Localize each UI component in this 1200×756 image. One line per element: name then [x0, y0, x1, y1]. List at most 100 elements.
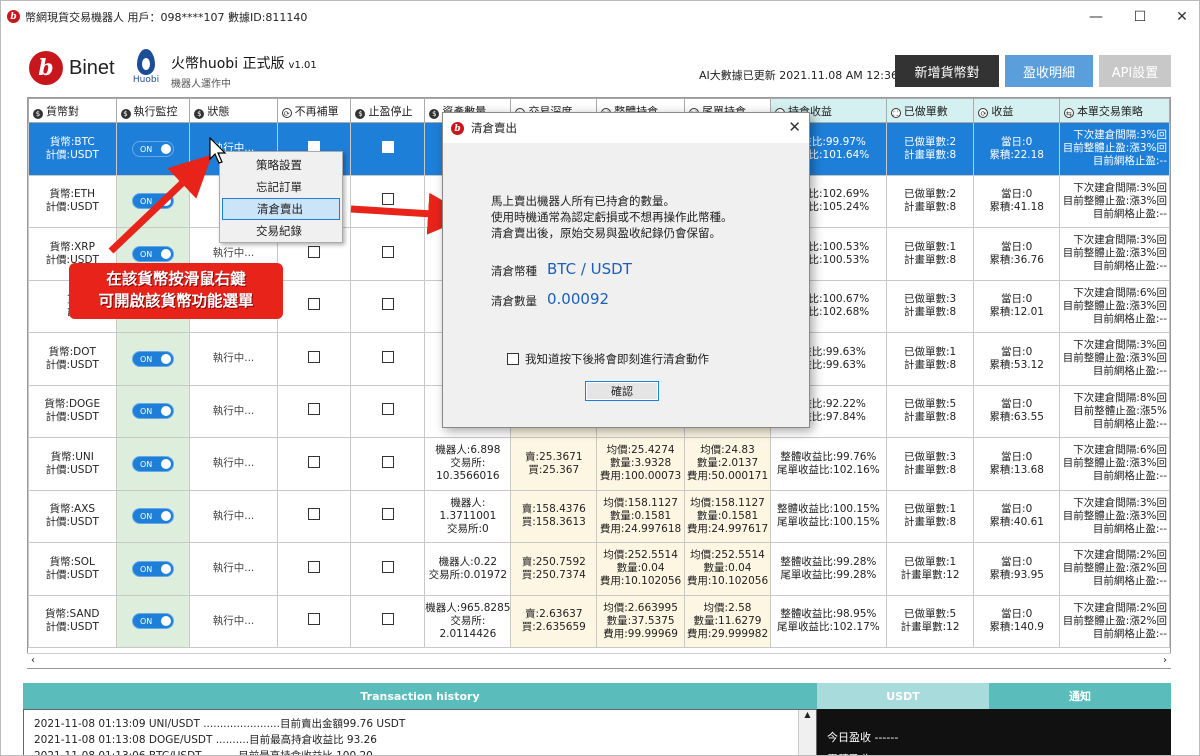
- log-line: 2021-11-08 01:13:09 UNI/USDT ...........…: [34, 718, 406, 730]
- monitor-toggle[interactable]: ON: [131, 193, 174, 210]
- checkbox-cell: [350, 594, 426, 648]
- monitor-toggle[interactable]: ON: [131, 455, 174, 472]
- profit-details-button[interactable]: 盈收明細: [1005, 55, 1093, 87]
- brand-logo: b Binet: [29, 51, 115, 85]
- monitor-cell: ON: [115, 437, 191, 491]
- column-header[interactable]: $ 止盈停止: [350, 98, 426, 123]
- app-window: b 幣網現貨交易機器人 用戶：098****107 數據ID:811140 — …: [0, 0, 1200, 756]
- menu-item-strategy[interactable]: 策略設置: [222, 154, 340, 176]
- scroll-up-icon[interactable]: ▲: [804, 710, 810, 719]
- title-bar: b 幣網現貨交易機器人 用戶：098****107 數據ID:811140 — …: [1, 1, 1199, 33]
- take-profit-stop-checkbox[interactable]: [381, 245, 394, 258]
- cell-state: 執行中...: [189, 594, 278, 648]
- cell-prof: 當日:0 累積:40.61: [973, 489, 1060, 543]
- cell-cnt: 已做單數:3 計畫單數:8: [885, 279, 975, 333]
- no-refill-checkbox[interactable]: [308, 403, 321, 416]
- monitor-toggle[interactable]: ON: [131, 508, 174, 525]
- no-refill-checkbox[interactable]: [308, 560, 321, 573]
- take-profit-stop-checkbox[interactable]: [381, 613, 394, 626]
- column-header[interactable]: ⟳ 不再補單: [276, 98, 352, 123]
- cell-pair: 貨幣:AXS 計價:USDT: [28, 489, 117, 543]
- monitor-toggle[interactable]: ON: [131, 245, 174, 262]
- cell-tail: 均價:24.83 數量:2.0137 費用:50.000171: [684, 437, 771, 491]
- app-title: 火幣huobi 正式版 v1.01: [171, 53, 317, 73]
- cell-prof: 當日:0 累積:41.18: [973, 174, 1060, 228]
- table-row[interactable]: 貨幣:SOL 計價:USDT ON 執行中... 機器人:0.22 交易所:0.019…: [28, 542, 1170, 596]
- no-refill-checkbox[interactable]: [308, 613, 321, 626]
- checkbox-cell: [350, 227, 426, 281]
- monitor-toggle[interactable]: ON: [131, 613, 174, 630]
- cell-ratio: 整體收益比:100.15% 尾單收益比:100.15%: [769, 489, 887, 543]
- take-profit-stop-checkbox[interactable]: [381, 298, 394, 311]
- cell-amt: 機器人: 1.3711001 交易所:0: [424, 489, 512, 543]
- horizontal-scrollbar[interactable]: ‹ ›: [27, 653, 1171, 668]
- menu-item-liquidate[interactable]: 清倉賣出: [222, 198, 340, 220]
- cell-cnt: 已做單數:2 計畫單數:8: [885, 122, 975, 176]
- cell-tail: 均價:158.1127 數量:0.1581 費用:24.997617: [684, 489, 771, 543]
- checkbox-cell: [350, 174, 426, 228]
- table-row[interactable]: 貨幣:UNI 計價:USDT ON 執行中... 機器人:6.898 交易所: 10.…: [28, 437, 1170, 491]
- confirm-checkbox-row[interactable]: 我知道按下後將會即刻進行清倉動作: [507, 351, 709, 367]
- maximize-button[interactable]: ☐: [1119, 1, 1161, 33]
- table-row[interactable]: 貨幣:AXS 計價:USDT ON 執行中... 機器人: 1.3711001 交易所…: [28, 489, 1170, 543]
- monitor-toggle[interactable]: ON: [131, 560, 174, 577]
- close-button[interactable]: ✕: [1161, 1, 1199, 33]
- api-settings-button[interactable]: API設置: [1099, 55, 1171, 87]
- tab-notifications[interactable]: 通知: [989, 683, 1171, 709]
- cell-pair: 貨幣:SOL 計價:USDT: [28, 542, 117, 596]
- no-refill-checkbox[interactable]: [308, 508, 321, 521]
- add-pair-button[interactable]: 新增貨幣對: [895, 55, 999, 87]
- tab-transaction-history[interactable]: Transaction history: [23, 683, 817, 709]
- monitor-toggle[interactable]: ON: [131, 403, 174, 420]
- cell-prof: 當日:0 累積:13.68: [973, 437, 1060, 491]
- menu-item-forget-order[interactable]: 忘記訂單: [222, 176, 340, 198]
- monitor-cell: ON: [115, 332, 191, 386]
- app-version: v1.01: [288, 60, 317, 71]
- cell-cnt: 已做單數:2 計畫單數:8: [885, 174, 975, 228]
- column-header[interactable]: $ 貨幣對: [28, 98, 117, 123]
- column-icon: ⟳: [281, 107, 292, 118]
- huobi-label: Huobi: [132, 75, 160, 85]
- cell-prof: 當日:0 累積:63.55: [973, 384, 1060, 438]
- take-profit-stop-checkbox[interactable]: [381, 455, 394, 468]
- menu-item-trade-log[interactable]: 交易紀錄: [222, 220, 340, 242]
- take-profit-stop-checkbox[interactable]: [381, 193, 394, 206]
- take-profit-stop-checkbox[interactable]: [381, 403, 394, 416]
- scroll-left-icon[interactable]: ‹: [31, 655, 35, 666]
- column-header[interactable]: ⇆ 本單交易策略: [1058, 98, 1170, 123]
- column-icon: ⟳: [978, 107, 989, 118]
- take-profit-stop-checkbox[interactable]: [381, 508, 394, 521]
- take-profit-stop-checkbox[interactable]: [381, 560, 394, 573]
- table-row[interactable]: 貨幣:SAND 計價:USDT ON 執行中... 機器人:965.8285 交易所:…: [28, 594, 1170, 648]
- no-refill-checkbox[interactable]: [308, 350, 321, 363]
- column-header[interactable]: $ 狀態: [189, 98, 278, 123]
- window-title: 幣網現貨交易機器人 用戶：098****107 數據ID:811140: [25, 11, 308, 24]
- column-header[interactable]: ⛶ 已做單數: [885, 98, 975, 123]
- no-refill-checkbox[interactable]: [308, 245, 321, 258]
- tab-usdt[interactable]: USDT: [817, 683, 989, 709]
- monitor-toggle[interactable]: ON: [131, 140, 174, 157]
- no-refill-checkbox[interactable]: [308, 455, 321, 468]
- cell-strat: 下次建倉間隔:2%回 目前整體止盈:漲2%回 目前網格止盈:--: [1058, 542, 1170, 596]
- column-header[interactable]: ⟳ 收益: [973, 98, 1060, 123]
- scroll-right-icon[interactable]: ›: [1163, 655, 1167, 666]
- take-profit-stop-checkbox[interactable]: [381, 140, 394, 153]
- log-scrollbar[interactable]: ▲: [798, 710, 816, 755]
- cell-tail: 均價:2.58 數量:11.6279 費用:29.999982: [684, 594, 771, 648]
- take-profit-stop-checkbox[interactable]: [381, 350, 394, 363]
- cell-avg: 均價:2.663995 數量:37.5375 費用:99.99969: [596, 594, 686, 648]
- cell-state: 執行中...: [189, 384, 278, 438]
- liquidate-pair-value: BTC / USDT: [547, 260, 632, 278]
- no-refill-checkbox[interactable]: [308, 298, 321, 311]
- monitor-toggle[interactable]: ON: [131, 350, 174, 367]
- confirm-checkbox[interactable]: [507, 353, 519, 365]
- minimize-button[interactable]: —: [1075, 1, 1117, 33]
- dialog-close-icon[interactable]: ✕: [788, 118, 801, 136]
- checkbox-cell: [350, 332, 426, 386]
- cell-cnt: 已做單數:3 計畫單數:8: [885, 437, 975, 491]
- cell-ratio: 整體收益比:99.28% 尾單收益比:99.28%: [769, 542, 887, 596]
- column-header[interactable]: $ 執行監控: [115, 98, 191, 123]
- confirm-button[interactable]: 確認: [585, 381, 659, 401]
- dialog-title-bar: b 清倉賣出 ✕: [443, 113, 809, 143]
- cell-prof: 當日:0 累積:12.01: [973, 279, 1060, 333]
